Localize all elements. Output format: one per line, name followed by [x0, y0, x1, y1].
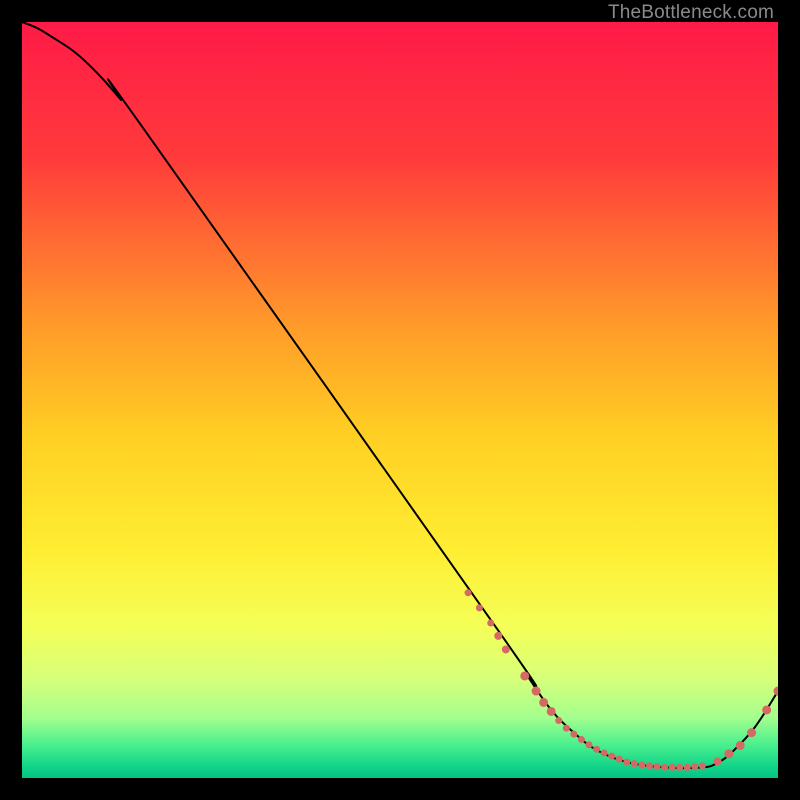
gradient-background — [22, 22, 778, 778]
data-point — [570, 731, 577, 738]
data-point — [502, 645, 510, 653]
data-point — [747, 728, 756, 737]
data-point — [623, 759, 630, 766]
data-point — [638, 762, 645, 769]
data-point — [601, 750, 608, 757]
data-point — [532, 687, 541, 696]
data-point — [654, 763, 661, 770]
chart-stage: TheBottleneck.com — [0, 0, 800, 800]
data-point — [669, 764, 676, 771]
data-point — [631, 760, 638, 767]
data-point — [547, 707, 556, 716]
chart-svg — [22, 22, 778, 778]
data-point — [586, 741, 593, 748]
data-point — [724, 749, 733, 758]
data-point — [465, 589, 472, 596]
data-point — [714, 757, 722, 765]
data-point — [520, 671, 529, 680]
data-point — [616, 756, 623, 763]
data-point — [578, 736, 585, 743]
data-point — [563, 725, 570, 732]
chart-plot-area — [22, 22, 778, 778]
data-point — [608, 753, 615, 760]
data-point — [691, 763, 698, 770]
data-point — [762, 705, 771, 714]
data-point — [736, 741, 745, 750]
watermark-text: TheBottleneck.com — [608, 2, 774, 24]
data-point — [593, 746, 600, 753]
data-point — [684, 764, 691, 771]
data-point — [661, 764, 668, 771]
data-point — [555, 717, 562, 724]
data-point — [539, 698, 548, 707]
data-point — [646, 762, 653, 769]
data-point — [699, 762, 706, 769]
data-point — [676, 764, 683, 771]
data-point — [487, 620, 494, 627]
data-point — [476, 604, 483, 611]
data-point — [494, 632, 502, 640]
